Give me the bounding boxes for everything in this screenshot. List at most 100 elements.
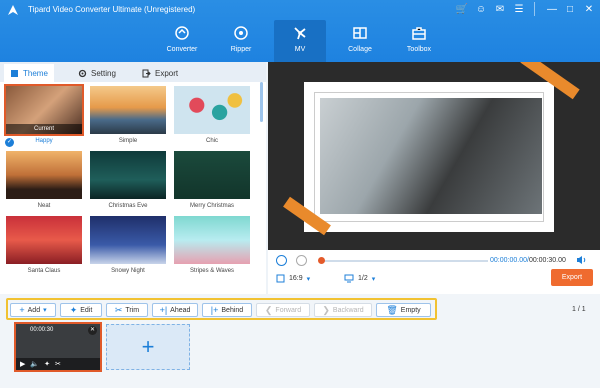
theme-name: Snowy Night xyxy=(111,268,145,274)
scrollbar[interactable] xyxy=(260,82,263,122)
behind-icon: |+ xyxy=(210,305,219,315)
theme-thumbnail xyxy=(90,86,166,134)
export-button[interactable]: Export xyxy=(551,269,593,286)
button-label: Trim xyxy=(125,306,140,314)
theme-thumbnail xyxy=(174,216,250,264)
export-icon xyxy=(142,69,151,77)
page-select[interactable]: 1/2 ▾ xyxy=(344,274,375,283)
plus-icon: + xyxy=(141,334,155,359)
mv-icon xyxy=(294,27,306,40)
edit-icon[interactable]: ✦ xyxy=(44,360,50,368)
ahead-button[interactable]: +| Ahead xyxy=(152,303,198,317)
check-icon: ✓ xyxy=(5,138,14,147)
theme-panel: Theme Setting Export Current ✓ Happy Sim… xyxy=(0,62,266,294)
minimize-button[interactable]: — xyxy=(545,2,559,16)
add-clip-button[interactable]: + xyxy=(106,324,190,370)
tab-export[interactable]: Export xyxy=(136,64,184,82)
ripper-icon xyxy=(234,26,248,40)
play-button[interactable] xyxy=(276,255,287,266)
nav-label: Converter xyxy=(166,46,198,53)
stop-button[interactable] xyxy=(296,255,307,266)
button-label: Add xyxy=(27,306,41,314)
theme-icon xyxy=(11,69,18,77)
nav-label: Ripper xyxy=(230,46,252,53)
add-button[interactable]: + Add ▾ xyxy=(10,303,56,317)
chevron-down-icon: ▾ xyxy=(371,275,376,283)
preview-area xyxy=(268,62,600,250)
theme-thumbnail xyxy=(6,151,82,199)
theme-neat[interactable]: Neat xyxy=(6,151,82,209)
button-label: Empty xyxy=(400,306,421,314)
player-controls: 00:00:00.00/00:00:30.00 16:9 ▾ 1/2 ▾ Exp… xyxy=(268,250,600,294)
theme-thumbnail xyxy=(90,216,166,264)
trash-icon: 🗑 xyxy=(386,304,398,315)
nav-mv[interactable]: MV xyxy=(274,20,326,62)
volume-icon[interactable] xyxy=(576,255,587,265)
cart-icon[interactable]: 🛒 xyxy=(455,2,469,16)
title-bar: Tipard Video Converter Ultimate (Unregis… xyxy=(0,0,600,62)
button-label: Ahead xyxy=(170,306,191,314)
video-preview xyxy=(320,98,542,214)
behind-button[interactable]: |+ Behind xyxy=(202,303,252,317)
volume-icon[interactable]: 🔈 xyxy=(30,360,39,368)
progress-track[interactable] xyxy=(320,260,488,262)
theme-name: Chic xyxy=(205,138,218,144)
theme-simple[interactable]: Simple xyxy=(90,86,166,144)
empty-button[interactable]: 🗑 Empty xyxy=(376,303,431,317)
chevron-down-icon: ▾ xyxy=(43,307,47,314)
maximize-button[interactable]: □ xyxy=(563,2,577,16)
theme-thumbnail xyxy=(174,86,250,134)
theme-merry-christmas[interactable]: Merry Christmas xyxy=(174,151,250,209)
scissors-icon[interactable]: ✂ xyxy=(55,360,61,368)
edit-icon: ✦ xyxy=(69,304,78,315)
tab-setting[interactable]: Setting xyxy=(72,64,122,82)
edit-button[interactable]: ✦ Edit xyxy=(60,303,102,317)
close-icon[interactable]: ✕ xyxy=(88,326,97,335)
aspect-ratio-value: 16:9 xyxy=(289,275,303,282)
aspect-ratio-select[interactable]: 16:9 ▾ xyxy=(276,274,310,283)
theme-happy[interactable]: Current ✓ Happy xyxy=(4,84,84,147)
app-logo-icon xyxy=(8,5,18,15)
collage-icon xyxy=(353,27,367,39)
tab-label: Export xyxy=(155,68,179,78)
theme-santa-claus[interactable]: Santa Claus xyxy=(6,216,82,274)
nav-ripper[interactable]: Ripper xyxy=(215,20,267,62)
theme-stripes-waves[interactable]: Stripes & Waves xyxy=(174,216,250,274)
user-icon[interactable]: ☺ xyxy=(474,2,488,16)
theme-christmas-eve[interactable]: Christmas Eve xyxy=(90,151,166,209)
theme-thumbnail xyxy=(90,151,166,199)
progress-knob[interactable] xyxy=(318,257,325,264)
button-label: Edit xyxy=(80,306,93,314)
nav-converter[interactable]: Converter xyxy=(156,20,208,62)
nav-toolbox[interactable]: Toolbox xyxy=(393,20,445,62)
aspect-ratio-icon xyxy=(276,274,285,283)
forward-button[interactable]: ❮ Forward xyxy=(256,303,310,317)
ahead-icon: +| xyxy=(159,305,168,315)
tab-bar: Theme Setting Export xyxy=(0,62,266,82)
theme-thumbnail xyxy=(6,216,82,264)
theme-chic[interactable]: Chic xyxy=(174,86,250,144)
clip-actions: ▶ 🔈 ✦ ✂ xyxy=(16,358,100,370)
nav-collage[interactable]: Collage xyxy=(334,20,386,62)
theme-name: Santa Claus xyxy=(27,268,61,274)
theme-name: Happy xyxy=(35,138,53,144)
app-title: Tipard Video Converter Ultimate (Unregis… xyxy=(28,5,196,14)
close-button[interactable]: ✕ xyxy=(582,2,596,16)
tab-label: Setting xyxy=(91,68,116,78)
feedback-icon[interactable]: ✉ xyxy=(493,2,507,16)
trim-button[interactable]: ✂ Trim xyxy=(106,303,148,317)
menu-icon[interactable]: ☰ xyxy=(512,2,526,16)
theme-thumbnail xyxy=(174,151,250,199)
play-icon[interactable]: ▶ xyxy=(20,360,25,368)
time-display: 00:00:00.00/00:00:30.00 xyxy=(490,257,566,264)
tab-theme[interactable]: Theme xyxy=(4,64,54,82)
timeline-clip[interactable]: 00:00:30 ✕ ▶ 🔈 ✦ ✂ xyxy=(14,322,102,372)
toolbox-icon xyxy=(412,27,426,40)
clip-duration: 00:00:30 xyxy=(30,327,54,333)
backward-button[interactable]: ❯ Backward xyxy=(314,303,372,317)
scissors-icon: ✂ xyxy=(114,304,123,315)
total-time: 00:00:30.00 xyxy=(528,257,566,264)
theme-name: Merry Christmas xyxy=(189,203,234,209)
theme-snowy-night[interactable]: Snowy Night xyxy=(90,216,166,274)
gear-icon xyxy=(78,69,87,77)
